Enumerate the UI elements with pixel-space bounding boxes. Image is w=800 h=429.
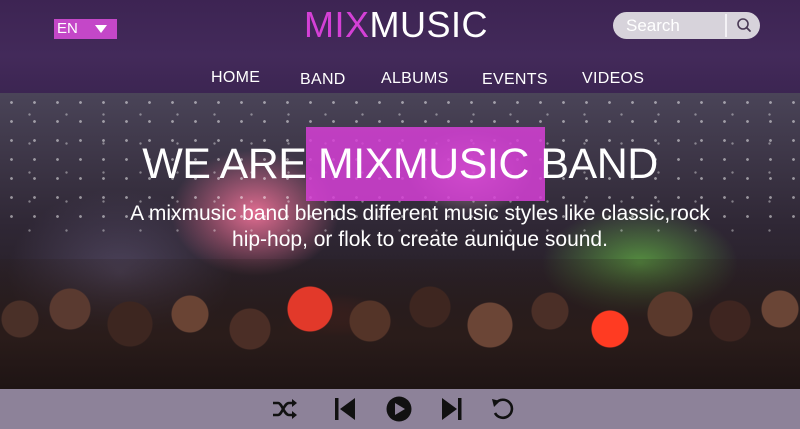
hero-description-line1: A mixmusic band blends different music s… [130, 202, 710, 225]
hero-banner: WE ARE MIXMUSIC BAND A mixmusic band ble… [0, 93, 800, 389]
play-icon [386, 396, 412, 422]
nav-albums[interactable]: ALBUMS [381, 70, 449, 88]
nav-events[interactable]: EVENTS [482, 71, 548, 89]
play-button[interactable] [385, 396, 413, 422]
nav-band[interactable]: BAND [300, 71, 346, 89]
next-icon [442, 398, 462, 420]
language-label: EN [57, 20, 78, 37]
hero-description: A mixmusic band blends different music s… [40, 201, 800, 253]
main-nav: HOME BAND ALBUMS EVENTS VIDEOS [0, 68, 800, 90]
repeat-button[interactable] [489, 396, 517, 422]
previous-button[interactable] [332, 396, 360, 422]
shuffle-button[interactable] [270, 396, 298, 422]
shuffle-icon [273, 399, 297, 419]
hero-title: WE ARE MIXMUSIC BAND [142, 140, 658, 188]
search-input[interactable] [613, 12, 726, 39]
header: EN MIXMUSIC HOME BAND ALBUMS EVENTS VIDE… [0, 0, 800, 93]
repeat-icon [492, 398, 514, 420]
search-button[interactable] [727, 12, 760, 39]
crowd-background [0, 259, 800, 389]
language-selector[interactable]: EN [54, 19, 117, 39]
player-bar [0, 389, 800, 429]
chevron-down-icon [95, 25, 107, 33]
nav-home[interactable]: HOME [211, 69, 260, 87]
logo[interactable]: MIXMUSIC [304, 5, 488, 45]
logo-music: MUSIC [369, 4, 489, 45]
search-box [613, 12, 760, 39]
nav-videos[interactable]: VIDEOS [582, 70, 644, 88]
previous-icon [335, 398, 355, 420]
logo-mix: MIX [304, 4, 370, 45]
hero-description-line2: hip-hop, or flok to create aunique sound… [232, 228, 608, 251]
search-icon [737, 18, 751, 32]
next-button[interactable] [438, 396, 466, 422]
